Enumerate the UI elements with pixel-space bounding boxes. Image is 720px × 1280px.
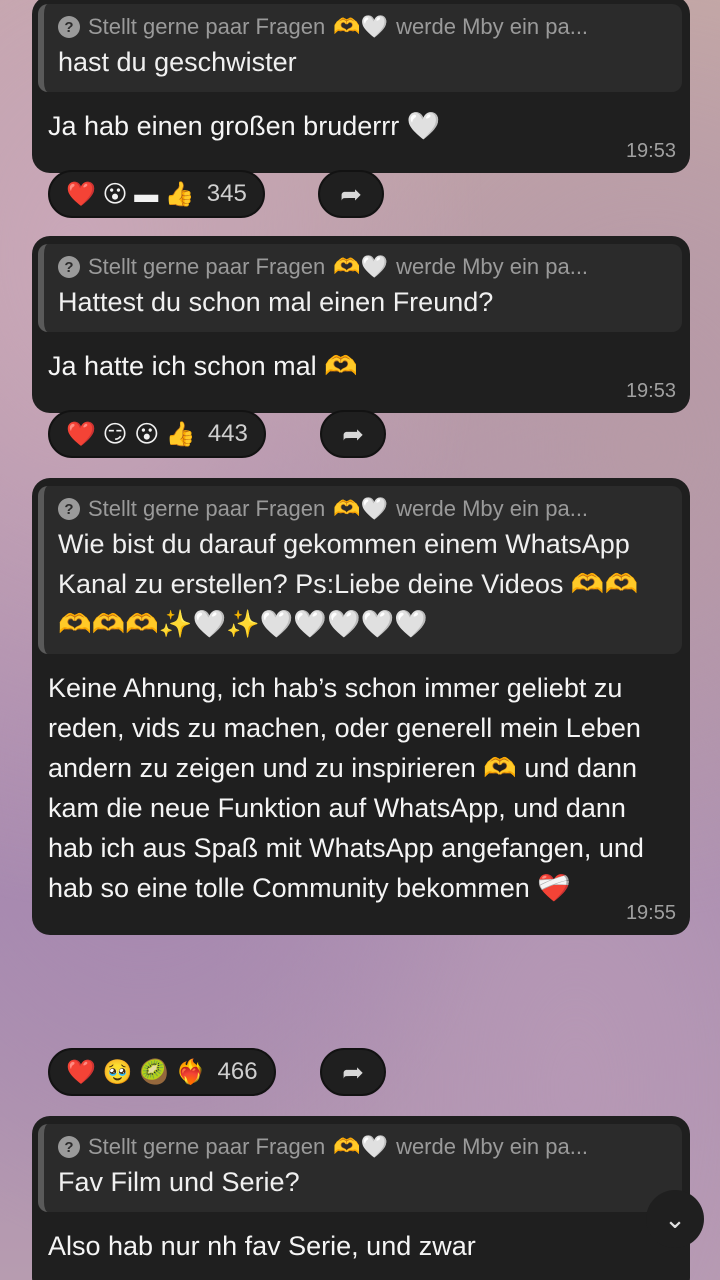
quoted-message[interactable]: ? Stellt gerne paar Fragen 🫶🤍 werde Mby … bbox=[38, 244, 682, 332]
reply-text: Keine Ahnung, ich hab’s schon immer geli… bbox=[48, 673, 644, 903]
chevron-down-icon: ⌄ bbox=[664, 1203, 686, 1234]
message-bubble[interactable]: ? Stellt gerne paar Fragen 🫶🤍 werde Mby … bbox=[32, 478, 690, 935]
message-bubble[interactable]: ? Stellt gerne paar Fragen 🫶🤍 werde Mby … bbox=[32, 1116, 690, 1280]
quote-text: hast du geschwister bbox=[58, 47, 297, 77]
reaction-emojis: ❤️ 🥹 🥝 ❤️‍🔥 bbox=[66, 1058, 206, 1086]
forward-button[interactable]: ➦ bbox=[320, 410, 386, 458]
quote-author: Stellt gerne paar Fragen bbox=[88, 254, 326, 279]
forward-button[interactable]: ➦ bbox=[318, 170, 384, 218]
reaction-emojis: ❤️ 😏 😮 👍 bbox=[66, 420, 196, 448]
question-icon: ? bbox=[58, 498, 80, 520]
reaction-bar[interactable]: ❤️ 🥹 🥝 ❤️‍🔥 466 bbox=[48, 1048, 276, 1096]
quoted-message[interactable]: ? Stellt gerne paar Fragen 🫶🤍 werde Mby … bbox=[38, 4, 682, 92]
forward-arrow-icon: ➦ bbox=[342, 1056, 364, 1087]
message-bubble[interactable]: ? Stellt gerne paar Fragen 🫶🤍 werde Mby … bbox=[32, 236, 690, 413]
quote-author: Stellt gerne paar Fragen bbox=[88, 1134, 326, 1159]
forward-arrow-icon: ➦ bbox=[340, 178, 362, 209]
reaction-count: 345 bbox=[206, 180, 247, 207]
quote-suffix: werde Mby ein pa... bbox=[396, 496, 589, 521]
forward-arrow-icon: ➦ bbox=[342, 418, 364, 449]
quote-author: Stellt gerne paar Fragen bbox=[88, 14, 326, 39]
quote-text: Fav Film und Serie? bbox=[58, 1167, 300, 1197]
quote-suffix: werde Mby ein pa... bbox=[396, 1134, 589, 1159]
quoted-message[interactable]: ? Stellt gerne paar Fragen 🫶🤍 werde Mby … bbox=[38, 1124, 682, 1212]
quoted-message[interactable]: ? Stellt gerne paar Fragen 🫶🤍 werde Mby … bbox=[38, 486, 682, 654]
reaction-bar[interactable]: ❤️ 😏 😮 👍 443 bbox=[48, 410, 266, 458]
reaction-bar[interactable]: ❤️ 😮 ▬ 👍 345 bbox=[48, 170, 265, 218]
message-bubble[interactable]: ? Stellt gerne paar Fragen 🫶🤍 werde Mby … bbox=[32, 0, 690, 173]
scroll-down-button[interactable]: ⌄ bbox=[646, 1190, 704, 1248]
question-icon: ? bbox=[58, 16, 80, 38]
quote-suffix: werde Mby ein pa... bbox=[396, 14, 589, 39]
forward-button[interactable]: ➦ bbox=[320, 1048, 386, 1096]
question-icon: ? bbox=[58, 1136, 80, 1158]
reaction-count: 443 bbox=[207, 420, 248, 447]
question-icon: ? bbox=[58, 256, 80, 278]
reply-text: Also hab nur nh fav Serie, und zwar bbox=[48, 1231, 476, 1261]
quote-author: Stellt gerne paar Fragen bbox=[88, 496, 326, 521]
reaction-count: 466 bbox=[217, 1058, 258, 1085]
reaction-emojis: ❤️ 😮 ▬ 👍 bbox=[66, 180, 195, 208]
quote-suffix: werde Mby ein pa... bbox=[396, 254, 589, 279]
quote-text: Hattest du schon mal einen Freund? bbox=[58, 287, 494, 317]
quote-text: Wie bist du darauf gekommen einem WhatsA… bbox=[58, 529, 639, 639]
